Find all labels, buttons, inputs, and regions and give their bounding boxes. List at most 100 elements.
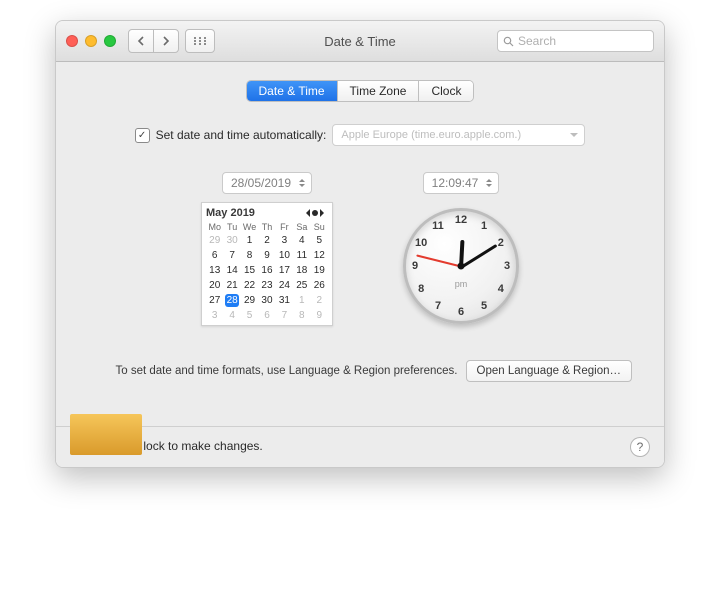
preferences-window: Date & Time Search Date & Time Time Zone…	[55, 20, 665, 468]
date-field[interactable]: 28/05/2019	[222, 172, 312, 194]
formats-row: To set date and time formats, use Langua…	[84, 360, 636, 382]
clock-number: 9	[407, 260, 423, 272]
clock-number: 4	[493, 283, 509, 295]
nav-buttons	[128, 29, 215, 53]
calendar-day[interactable]: 9	[311, 308, 328, 323]
calendar-day[interactable]: 12	[311, 248, 328, 263]
calendar-day[interactable]: 6	[258, 308, 275, 323]
tab-time-zone[interactable]: Time Zone	[338, 81, 420, 101]
calendar-day[interactable]: 30	[258, 293, 275, 308]
minimize-window-button[interactable]	[85, 35, 97, 47]
calendar-day[interactable]: 21	[223, 278, 240, 293]
calendar-day[interactable]: 3	[276, 233, 293, 248]
clock-number: 6	[453, 306, 469, 318]
calendar-day[interactable]: 15	[241, 263, 258, 278]
calendar-day[interactable]: 28	[223, 293, 240, 308]
calendar-day[interactable]: 30	[223, 233, 240, 248]
time-value: 12:09:47	[432, 176, 479, 190]
analog-clock: pm 121234567891011	[403, 208, 519, 324]
calendar-weekday: Mo	[206, 221, 223, 233]
search-icon	[503, 36, 514, 47]
tab-date-time[interactable]: Date & Time	[247, 81, 338, 101]
calendar-day[interactable]: 19	[311, 263, 328, 278]
clock-number: 8	[413, 283, 429, 295]
calendar-day[interactable]: 25	[293, 278, 310, 293]
back-button[interactable]	[128, 29, 154, 53]
calendar-day[interactable]: 24	[276, 278, 293, 293]
calendar-day[interactable]: 7	[223, 248, 240, 263]
calendar[interactable]: May 2019 MoTuWeThFrSaSu 2930123456789101…	[201, 202, 333, 326]
auto-time-label: Set date and time automatically:	[156, 128, 327, 142]
calendar-weekday: Th	[258, 221, 275, 233]
calendar-day[interactable]: 23	[258, 278, 275, 293]
search-input[interactable]: Search	[497, 30, 654, 52]
close-window-button[interactable]	[66, 35, 78, 47]
calendar-grid: MoTuWeThFrSaSu 2930123456789101112131415…	[206, 221, 328, 323]
calendar-day[interactable]: 31	[276, 293, 293, 308]
date-column: 28/05/2019 May 2019 MoTuWeThFrSaSu 29301…	[201, 172, 333, 326]
calendar-day[interactable]: 27	[206, 293, 223, 308]
content-area: Date & Time Time Zone Clock ✓ Set date a…	[56, 62, 664, 467]
clock-number: 5	[476, 300, 492, 312]
open-language-region-button[interactable]: Open Language & Region…	[466, 360, 633, 382]
calendar-day[interactable]: 9	[258, 248, 275, 263]
time-column: 12:09:47 pm 121234567891011	[403, 172, 519, 326]
calendar-day[interactable]: 3	[206, 308, 223, 323]
grid-icon	[193, 36, 207, 46]
auto-time-checkbox[interactable]: ✓	[135, 128, 150, 143]
time-field[interactable]: 12:09:47	[423, 172, 500, 194]
footer: Click the lock to make changes. ?	[56, 426, 664, 467]
calendar-day[interactable]: 1	[241, 233, 258, 248]
calendar-day[interactable]: 22	[241, 278, 258, 293]
clock-number: 3	[499, 260, 515, 272]
calendar-day[interactable]: 18	[293, 263, 310, 278]
date-value: 28/05/2019	[231, 176, 291, 190]
forward-button[interactable]	[153, 29, 179, 53]
show-all-button[interactable]	[185, 29, 215, 53]
calendar-day[interactable]: 4	[223, 308, 240, 323]
titlebar: Date & Time Search	[56, 21, 664, 62]
zoom-window-button[interactable]	[104, 35, 116, 47]
lock-icon[interactable]	[70, 437, 86, 455]
calendar-weekday: Su	[311, 221, 328, 233]
calendar-day[interactable]: 11	[293, 248, 310, 263]
clock-number: 12	[453, 214, 469, 226]
help-button[interactable]: ?	[630, 437, 650, 457]
calendar-day[interactable]: 5	[241, 308, 258, 323]
calendar-day[interactable]: 14	[223, 263, 240, 278]
time-server-select[interactable]: Apple Europe (time.euro.apple.com.)	[332, 124, 585, 146]
clock-number: 7	[430, 300, 446, 312]
clock-number: 1	[476, 220, 492, 232]
search-placeholder: Search	[518, 34, 556, 48]
calendar-day[interactable]: 26	[311, 278, 328, 293]
calendar-day[interactable]: 29	[241, 293, 258, 308]
calendar-day[interactable]: 1	[293, 293, 310, 308]
calendar-day[interactable]: 8	[241, 248, 258, 263]
calendar-weekday: Fr	[276, 221, 293, 233]
clock-number: 10	[413, 237, 429, 249]
minute-hand	[460, 244, 497, 269]
calendar-day[interactable]: 13	[206, 263, 223, 278]
calendar-day[interactable]: 2	[258, 233, 275, 248]
calendar-day[interactable]: 10	[276, 248, 293, 263]
calendar-weekday: We	[241, 221, 258, 233]
open-language-region-label: Open Language & Region…	[477, 365, 622, 377]
clock-ampm: pm	[455, 279, 468, 289]
calendar-today-button[interactable]	[312, 210, 318, 216]
calendar-day[interactable]: 4	[293, 233, 310, 248]
calendar-day[interactable]: 6	[206, 248, 223, 263]
calendar-day[interactable]: 16	[258, 263, 275, 278]
calendar-day[interactable]: 8	[293, 308, 310, 323]
calendar-day[interactable]: 2	[311, 293, 328, 308]
calendar-day[interactable]: 7	[276, 308, 293, 323]
calendar-day[interactable]: 17	[276, 263, 293, 278]
calendar-weekday: Sa	[293, 221, 310, 233]
chevron-left-icon	[137, 36, 145, 46]
calendar-day[interactable]: 20	[206, 278, 223, 293]
calendar-day[interactable]: 5	[311, 233, 328, 248]
calendar-next-button[interactable]	[320, 209, 328, 217]
auto-time-row: ✓ Set date and time automatically: Apple…	[84, 124, 636, 146]
tab-clock[interactable]: Clock	[419, 81, 473, 101]
calendar-prev-button[interactable]	[302, 209, 310, 217]
calendar-day[interactable]: 29	[206, 233, 223, 248]
